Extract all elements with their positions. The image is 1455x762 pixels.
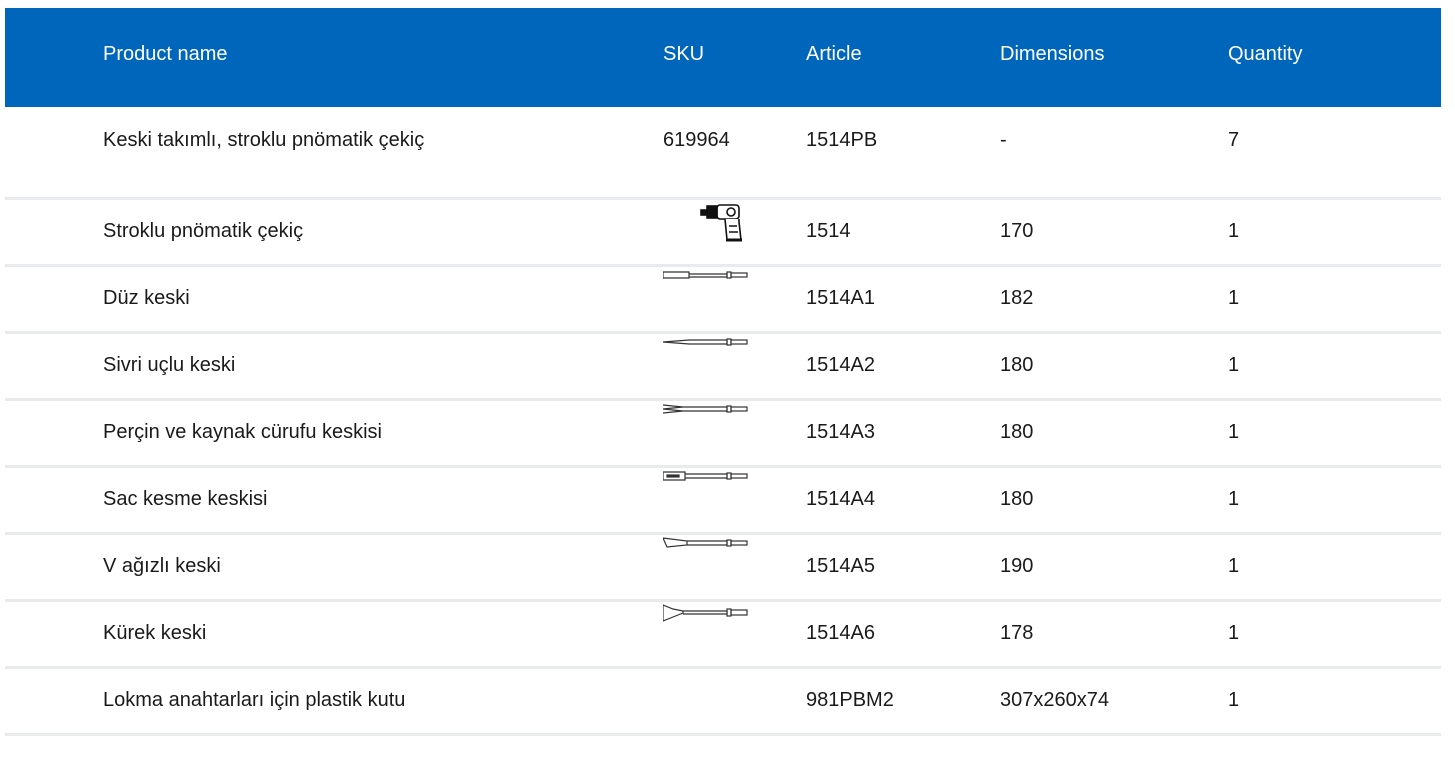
header-row: Product name SKU Article Dimensions Quan… — [5, 8, 1441, 107]
sku-cell — [663, 332, 806, 399]
table-header: Product name SKU Article Dimensions Quan… — [5, 8, 1441, 107]
table-body: Keski takımlı, stroklu pnömatik çekiç 61… — [5, 107, 1441, 734]
table-row: Sivri uçlu keski 1514A2 180 1 — [5, 332, 1441, 399]
quantity-cell: 1 — [1228, 287, 1240, 309]
quantity-cell: 1 — [1228, 555, 1240, 577]
dimensions-cell: 190 — [1000, 555, 1034, 577]
v-chisel-icon — [663, 536, 755, 577]
scraper-chisel-icon — [663, 603, 755, 644]
sku-cell — [663, 466, 806, 533]
quantity-cell: 1 — [1228, 220, 1240, 242]
product-name-cell: Sac kesme keskisi — [103, 488, 268, 510]
dimensions-cell: - — [1000, 129, 1007, 151]
point-chisel-icon — [663, 336, 755, 376]
product-name-cell: Perçin ve kaynak cürufu keskisi — [103, 421, 383, 443]
article-cell: 1514A6 — [806, 622, 875, 644]
product-name-cell: Düz keski — [103, 287, 190, 309]
quantity-cell: 1 — [1228, 488, 1240, 510]
column-header-product-name: Product name — [103, 43, 228, 65]
product-name-cell: V ağızlı keski — [103, 555, 221, 577]
column-header-quantity: Quantity — [1228, 43, 1303, 65]
sku-cell — [663, 265, 806, 332]
table-row: Düz keski 1514A1 182 1 — [5, 265, 1441, 332]
table-row: Stroklu pnömatik çekiç 1514 170 1 — [5, 198, 1441, 265]
column-header-article: Article — [806, 43, 862, 65]
table-row: Keski takımlı, stroklu pnömatik çekiç 61… — [5, 107, 1441, 198]
sku-cell — [663, 667, 806, 734]
rivet-cutter-chisel-icon — [663, 403, 755, 443]
sku-cell — [663, 533, 806, 600]
panel-cutter-chisel-icon — [663, 470, 755, 510]
dimensions-cell: 178 — [1000, 622, 1034, 644]
product-name-cell: Kürek keski — [103, 622, 207, 644]
product-name-cell: Sivri uçlu keski — [103, 354, 236, 376]
quantity-cell: 7 — [1228, 129, 1240, 151]
sku-cell: 619964 — [663, 129, 730, 151]
article-cell: 1514A1 — [806, 287, 875, 309]
article-cell: 1514A3 — [806, 421, 875, 443]
product-name-cell: Keski takımlı, stroklu pnömatik çekiç — [103, 129, 425, 151]
article-cell: 1514A2 — [806, 354, 875, 376]
dimensions-cell: 180 — [1000, 354, 1034, 376]
quantity-cell: 1 — [1228, 354, 1240, 376]
column-header-sku: SKU — [663, 43, 705, 65]
table-row: Perçin ve kaynak cürufu keskisi 1514A3 1… — [5, 399, 1441, 466]
article-cell: 1514A5 — [806, 555, 875, 577]
product-name-cell: Stroklu pnömatik çekiç — [103, 220, 304, 242]
table-row: V ağızlı keski 1514A5 190 1 — [5, 533, 1441, 600]
sku-cell — [663, 399, 806, 466]
quantity-cell: 1 — [1228, 689, 1240, 711]
table-row: Kürek keski 1514A6 178 1 — [5, 600, 1441, 667]
table-row: Lokma anahtarları için plastik kutu 981P… — [5, 667, 1441, 734]
dimensions-cell: 170 — [1000, 220, 1034, 242]
sku-cell — [663, 600, 806, 667]
article-cell: 1514PB — [806, 129, 878, 151]
quantity-cell: 1 — [1228, 421, 1240, 443]
quantity-cell: 1 — [1228, 622, 1240, 644]
dimensions-cell: 182 — [1000, 287, 1034, 309]
sku-cell — [663, 198, 806, 265]
column-header-dimensions: Dimensions — [1000, 43, 1105, 65]
table-row: Sac kesme keskisi 1514A4 180 1 — [5, 466, 1441, 533]
product-table-container: Product name SKU Article Dimensions Quan… — [5, 8, 1441, 736]
dimensions-cell: 180 — [1000, 421, 1034, 443]
flat-chisel-icon — [663, 269, 755, 309]
article-cell: 981PBM2 — [806, 689, 894, 711]
air-hammer-icon — [663, 202, 755, 242]
dimensions-cell: 180 — [1000, 488, 1034, 510]
article-cell: 1514 — [806, 220, 851, 242]
product-table: Product name SKU Article Dimensions Quan… — [5, 8, 1441, 736]
product-name-cell: Lokma anahtarları için plastik kutu — [103, 689, 406, 711]
article-cell: 1514A4 — [806, 488, 875, 510]
dimensions-cell: 307x260x74 — [1000, 689, 1109, 711]
